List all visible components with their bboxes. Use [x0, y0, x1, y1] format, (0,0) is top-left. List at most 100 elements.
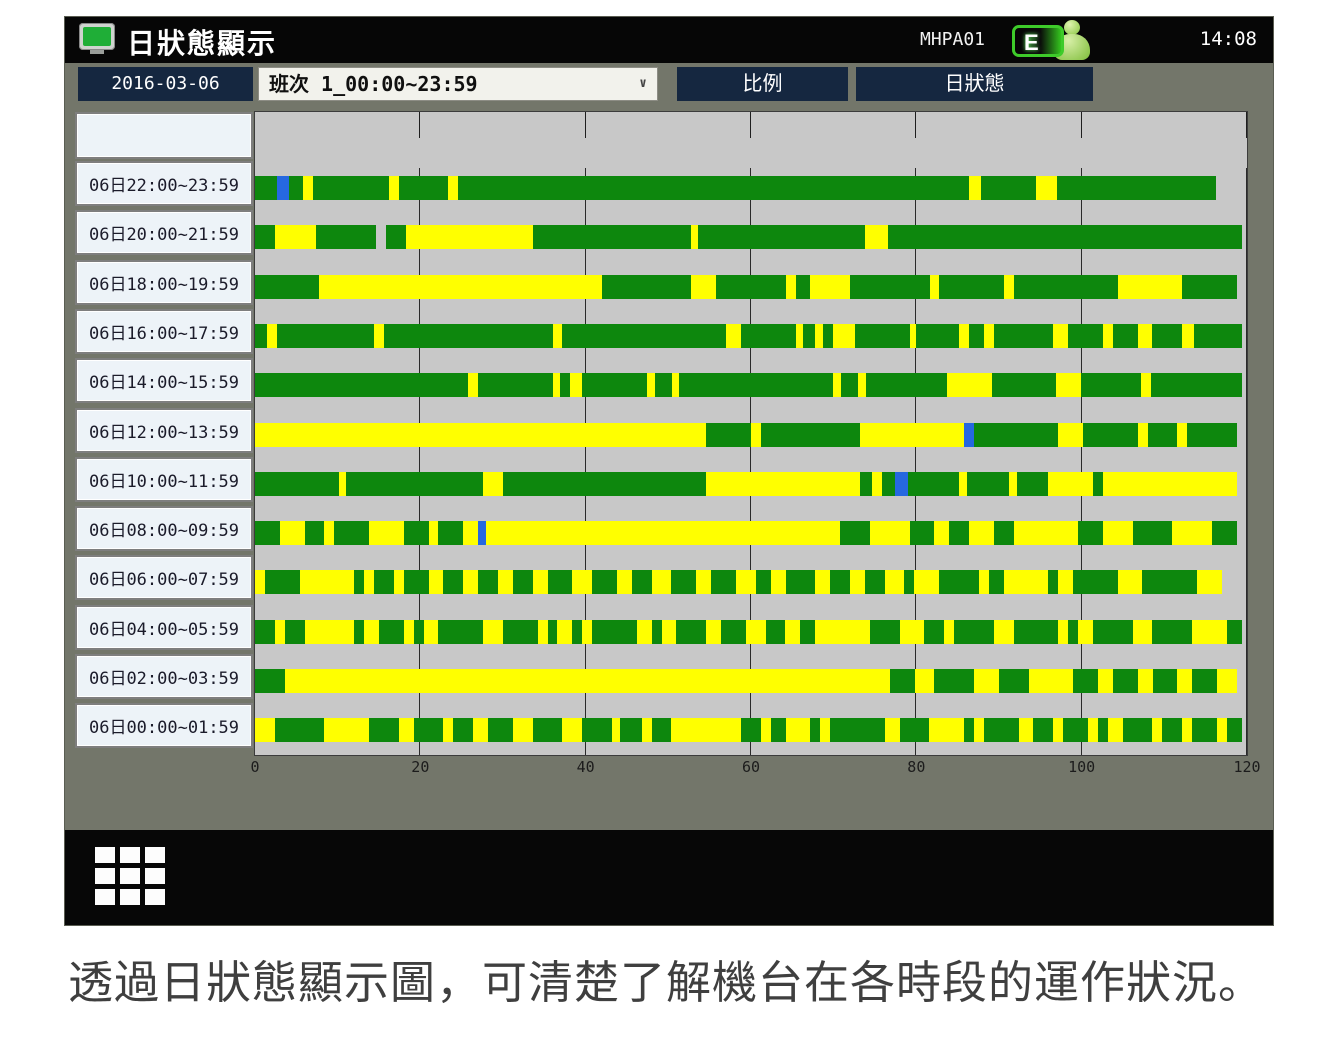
status-segment-idle-yellow — [275, 620, 285, 644]
date-button[interactable]: 2016-03-06 — [78, 67, 253, 101]
station-id: MHPA01 — [920, 29, 985, 50]
status-segment-running-green — [830, 718, 885, 742]
status-segment-idle-yellow — [498, 570, 513, 594]
row-label: 06日10:00~11:59 — [75, 457, 253, 502]
status-segment-running-green — [860, 472, 872, 496]
status-segment-idle-yellow — [959, 472, 967, 496]
status-segment-idle-yellow — [267, 324, 277, 348]
status-segment-idle-yellow — [1138, 423, 1148, 447]
status-segment-idle-yellow — [637, 620, 652, 644]
ratio-button[interactable]: 比例 — [677, 67, 848, 101]
status-segment-idle-yellow — [984, 324, 994, 348]
status-segment-running-green — [354, 570, 364, 594]
status-segment-idle-yellow — [394, 570, 404, 594]
status-segment-idle-yellow — [974, 718, 984, 742]
status-segment-idle-yellow — [796, 324, 804, 348]
status-segment-idle-yellow — [319, 275, 602, 299]
status-bar-row — [255, 620, 1247, 644]
status-segment-idle-yellow — [1048, 472, 1093, 496]
status-segment-running-green — [305, 521, 325, 545]
status-segment-running-green — [1212, 521, 1237, 545]
status-segment-idle-yellow — [612, 718, 620, 742]
status-segment-running-green — [890, 669, 915, 693]
status-segment-running-green — [1057, 176, 1216, 200]
status-segment-running-green — [255, 225, 275, 249]
status-segment-idle-yellow — [761, 718, 771, 742]
status-segment-running-green — [379, 620, 404, 644]
status-segment-running-green — [679, 373, 833, 397]
status-segment-running-green — [721, 620, 746, 644]
status-segment-idle-yellow — [255, 718, 275, 742]
status-segment-idle-yellow — [513, 718, 533, 742]
status-segment-running-green — [924, 620, 944, 644]
status-segment-running-green — [652, 620, 662, 644]
status-segment-running-green — [399, 176, 449, 200]
row-label: 06日16:00~17:59 — [75, 309, 253, 354]
status-segment-idle-yellow — [424, 620, 439, 644]
status-segment-running-green — [458, 176, 969, 200]
status-segment-idle-yellow — [404, 620, 414, 644]
status-segment-idle-yellow — [324, 718, 369, 742]
status-segment-running-green — [1083, 423, 1138, 447]
status-segment-idle-yellow — [324, 521, 334, 545]
status-segment-alarm-blue — [895, 472, 908, 496]
status-segment-idle-yellow — [448, 176, 458, 200]
status-segment-idle-yellow — [726, 324, 741, 348]
status-segment-idle-yellow — [691, 225, 698, 249]
shift-select[interactable]: 班次 1_00:00~23:59 ∨ — [258, 67, 658, 101]
status-segment-running-green — [939, 570, 979, 594]
status-segment-idle-yellow — [473, 718, 488, 742]
status-segment-running-green — [830, 570, 850, 594]
status-segment-running-green — [632, 570, 652, 594]
day-status-button[interactable]: 日狀態 — [856, 67, 1093, 101]
row-label: 06日06:00~07:59 — [75, 555, 253, 600]
grid-tick — [915, 112, 916, 138]
grid-line — [1246, 168, 1247, 755]
status-segment-running-green — [916, 324, 959, 348]
status-segment-running-green — [840, 521, 870, 545]
grid-line — [585, 168, 586, 755]
status-segment-idle-yellow — [671, 718, 740, 742]
user-badge[interactable]: E — [1012, 20, 1102, 62]
status-segment-alarm-blue — [964, 423, 974, 447]
status-segment-idle-yellow — [1058, 620, 1068, 644]
status-segment-idle-yellow — [1058, 570, 1073, 594]
status-segment-idle-yellow — [944, 620, 954, 644]
status-segment-running-green — [265, 570, 300, 594]
status-segment-running-green — [277, 324, 374, 348]
status-segment-running-green — [386, 225, 406, 249]
status-segment-running-green — [974, 423, 1058, 447]
x-axis-tick-label: 0 — [250, 758, 259, 776]
status-segment-running-green — [384, 324, 553, 348]
status-segment-running-green — [1162, 718, 1182, 742]
status-segment-running-green — [984, 718, 1019, 742]
status-segment-idle-yellow — [910, 324, 917, 348]
status-segment-idle-yellow — [1029, 669, 1074, 693]
menu-grid-icon[interactable] — [95, 847, 171, 909]
status-segment-idle-yellow — [486, 521, 840, 545]
status-segment-idle-yellow — [647, 373, 655, 397]
status-segment-idle-yellow — [1177, 669, 1192, 693]
status-segment-idle-yellow — [1138, 324, 1153, 348]
status-segment-idle-yellow — [785, 620, 800, 644]
status-segment-idle-yellow — [969, 521, 994, 545]
status-segment-running-green — [404, 521, 429, 545]
status-segment-running-green — [1227, 620, 1242, 644]
status-segment-idle-yellow — [1182, 324, 1194, 348]
status-segment-running-green — [716, 275, 785, 299]
page-title: 日狀態顯示 — [127, 22, 277, 62]
status-segment-idle-yellow — [885, 570, 905, 594]
app-window: 日狀態顯示 MHPA01 E 14:08 2016-03-06 班次 1_00:… — [65, 17, 1273, 925]
status-segment-running-green — [841, 373, 858, 397]
status-segment-idle-yellow — [900, 620, 925, 644]
status-segment-running-green — [620, 718, 642, 742]
status-segment-running-green — [414, 718, 444, 742]
status-segment-running-green — [572, 620, 582, 644]
status-segment-idle-yellow — [833, 373, 841, 397]
status-segment-running-green — [334, 521, 369, 545]
status-segment-running-green — [1133, 521, 1173, 545]
row-label: 06日00:00~01:59 — [75, 703, 253, 748]
status-segment-running-green — [994, 324, 1054, 348]
status-segment-idle-yellow — [691, 275, 716, 299]
status-segment-running-green — [255, 324, 267, 348]
